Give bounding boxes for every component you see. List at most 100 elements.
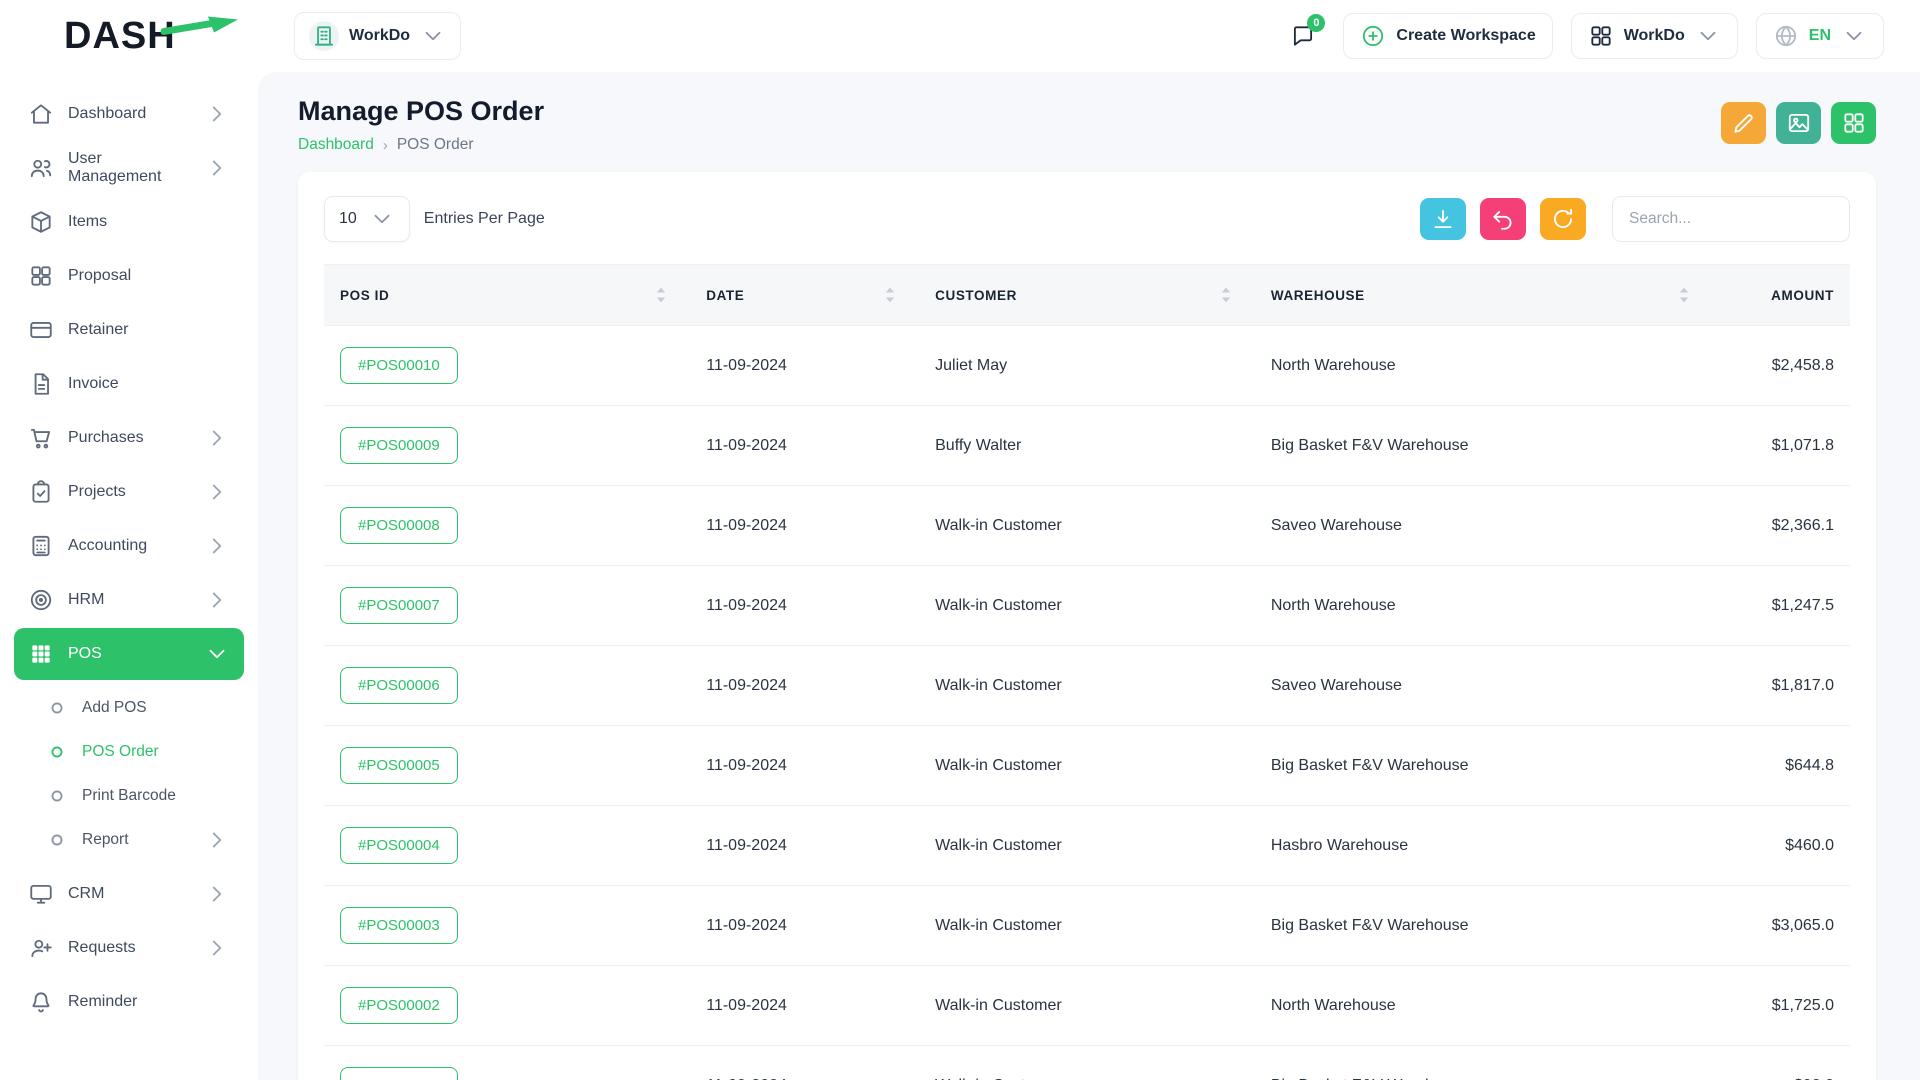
pos-id-cell: #POS00010 [324, 326, 690, 406]
workspace-dropdown-label: WorkDo [1624, 27, 1685, 45]
pos-id-badge[interactable]: #POS00005 [340, 747, 458, 784]
layout-icon [28, 263, 54, 289]
search-input[interactable] [1612, 196, 1850, 242]
sidebar-item-invoice[interactable]: Invoice [14, 358, 244, 410]
customer-cell: Buffy Walter [919, 406, 1255, 486]
grid-icon [1841, 110, 1867, 136]
sidebar-item-dashboard[interactable]: Dashboard [14, 88, 244, 140]
pos-id-cell: #POS00008 [324, 486, 690, 566]
pos-id-badge[interactable]: #POS00009 [340, 427, 458, 464]
sidebar-item-hrm[interactable]: HRM [14, 574, 244, 626]
logo: DASH [0, 0, 258, 72]
chevron-right-icon [204, 101, 230, 127]
pos-id-badge[interactable]: #POS00001 [340, 1067, 458, 1080]
amount-cell: $3,065.0 [1713, 886, 1850, 966]
edit-button[interactable] [1721, 102, 1766, 144]
pos-id-badge[interactable]: #POS00002 [340, 987, 458, 1024]
logo-text: DASH [64, 15, 176, 58]
circle-icon [44, 739, 70, 765]
customer-cell: Walk-in Customer [919, 1046, 1255, 1080]
sidebar-subitem-label: Add POS [82, 699, 230, 717]
pos-id-badge[interactable]: #POS00007 [340, 587, 458, 624]
undo-button[interactable] [1480, 198, 1526, 240]
amount-cell: $644.8 [1713, 726, 1850, 806]
column-header-amount[interactable]: AMOUNT [1713, 265, 1850, 326]
chevron-right-icon [204, 827, 230, 853]
date-cell: 11-09-2024 [690, 726, 919, 806]
sidebar-subitem-label: Print Barcode [82, 787, 230, 805]
pos-id-cell: #POS00001 [324, 1046, 690, 1080]
pos-id-badge[interactable]: #POS00006 [340, 667, 458, 704]
sidebar-item-reminder[interactable]: Reminder [14, 976, 244, 1028]
amount-cell: $92.0 [1713, 1046, 1850, 1080]
sidebar-item-requests[interactable]: Requests [14, 922, 244, 974]
circle-icon [44, 695, 70, 721]
sort-icon[interactable] [1213, 282, 1239, 308]
create-workspace-button[interactable]: Create Workspace [1343, 13, 1552, 59]
table-controls: 10 Entries Per Page [324, 196, 1850, 264]
sidebar-subitem-label: Report [82, 831, 192, 849]
pos-id-badge[interactable]: #POS00010 [340, 347, 458, 384]
media-button[interactable] [1776, 102, 1821, 144]
sidebar-nav: Dashboard User Management ItemsProposal Ret… [0, 88, 258, 1028]
table-row: #POS00001 11-09-2024 Walk-in Customer Bi… [324, 1046, 1850, 1080]
apps-button[interactable] [1831, 102, 1876, 144]
table-row: #POS00008 11-09-2024 Walk-in Customer Sa… [324, 486, 1850, 566]
column-header-customer[interactable]: CUSTOMER [919, 265, 1255, 326]
sidebar-item-label: Retainer [68, 321, 230, 339]
sort-icon[interactable] [1671, 282, 1697, 308]
sidebar-item-projects[interactable]: Projects [14, 466, 244, 518]
chevron-down-icon [369, 206, 395, 232]
warehouse-cell: Big Basket F&V Warehouse [1255, 406, 1713, 486]
pos-id-cell: #POS00003 [324, 886, 690, 966]
column-header-warehouse[interactable]: WAREHOUSE [1255, 265, 1713, 326]
download-icon [1430, 206, 1456, 232]
breadcrumb-current: POS Order [397, 136, 474, 154]
target-icon [28, 587, 54, 613]
pos-id-cell: #POS00004 [324, 806, 690, 886]
language-dropdown[interactable]: EN [1756, 13, 1884, 59]
sort-icon[interactable] [648, 282, 674, 308]
sidebar-item-pos[interactable]: POS [14, 628, 244, 680]
pos-id-badge[interactable]: #POS00008 [340, 507, 458, 544]
sidebar-subitem-report[interactable]: Report [30, 818, 244, 862]
sidebar-item-label: Dashboard [68, 105, 190, 123]
sort-icon[interactable] [877, 282, 903, 308]
workspace-dropdown[interactable]: WorkDo [1571, 13, 1738, 59]
workspace-selector[interactable]: WorkDo [294, 12, 461, 60]
sidebar-item-purchases[interactable]: Purchases [14, 412, 244, 464]
export-button[interactable] [1420, 198, 1466, 240]
column-header-pos-id[interactable]: POS ID [324, 265, 690, 326]
sidebar-subitem-print-barcode[interactable]: Print Barcode [30, 774, 244, 818]
warehouse-cell: Saveo Warehouse [1255, 646, 1713, 726]
entries-per-page-select[interactable]: 10 [324, 196, 410, 242]
sidebar-subitem-pos-order[interactable]: POS Order [30, 730, 244, 774]
sidebar-item-label: User Management [68, 150, 190, 186]
date-cell: 11-09-2024 [690, 886, 919, 966]
amount-cell: $1,817.0 [1713, 646, 1850, 726]
sidebar-item-crm[interactable]: CRM [14, 868, 244, 920]
warehouse-cell: North Warehouse [1255, 566, 1713, 646]
entries-per-page-label: Entries Per Page [424, 210, 545, 228]
table-row: #POS00010 11-09-2024 Juliet May North Wa… [324, 326, 1850, 406]
grid-icon [1588, 23, 1614, 49]
breadcrumb-link-dashboard[interactable]: Dashboard [298, 136, 374, 154]
pencil-icon [1731, 110, 1757, 136]
sidebar-item-proposal[interactable]: Proposal [14, 250, 244, 302]
messages-button[interactable]: 0 [1281, 14, 1325, 58]
sidebar-subitem-add-pos[interactable]: Add POS [30, 686, 244, 730]
chevron-down-icon [1841, 23, 1867, 49]
sidebar-item-items[interactable]: Items [14, 196, 244, 248]
sidebar-item-user-management[interactable]: User Management [14, 142, 244, 194]
box-icon [28, 209, 54, 235]
column-header-date[interactable]: DATE [690, 265, 919, 326]
sidebar-item-retainer[interactable]: Retainer [14, 304, 244, 356]
pos-id-badge[interactable]: #POS00004 [340, 827, 458, 864]
pos-id-badge[interactable]: #POS00003 [340, 907, 458, 944]
refresh-button[interactable] [1540, 198, 1586, 240]
date-cell: 11-09-2024 [690, 646, 919, 726]
plus-circle-icon [1360, 23, 1386, 49]
table-row: #POS00004 11-09-2024 Walk-in Customer Ha… [324, 806, 1850, 886]
sidebar-item-accounting[interactable]: Accounting [14, 520, 244, 572]
sidebar-item-label: HRM [68, 591, 190, 609]
